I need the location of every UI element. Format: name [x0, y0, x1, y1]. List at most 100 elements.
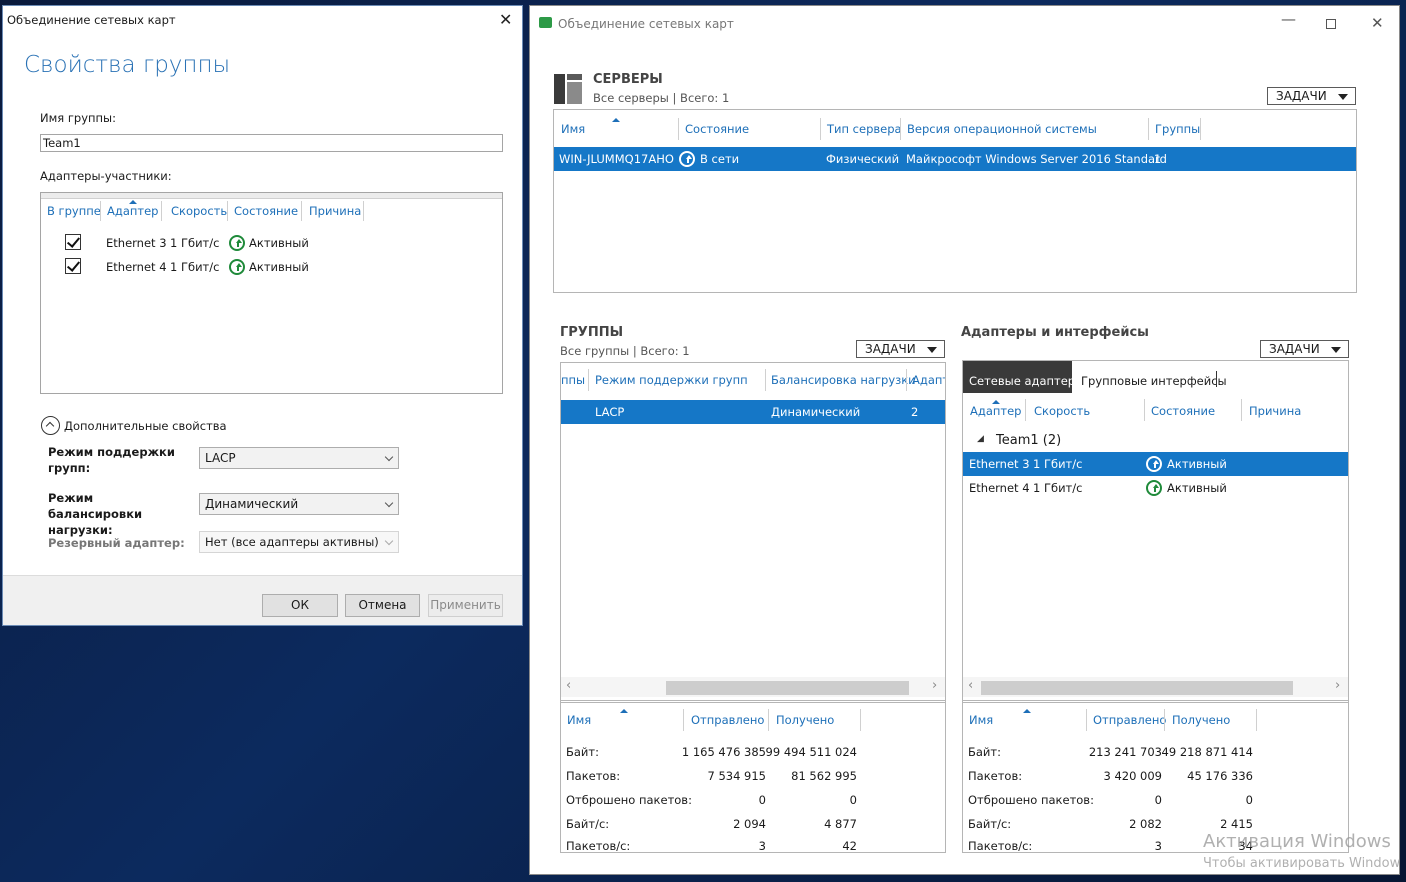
maximize-icon[interactable] [1326, 19, 1336, 29]
col-adapters-truncated[interactable]: Адапт [912, 373, 945, 387]
stat-sent: 3 [1154, 839, 1162, 853]
collapse-group-icon[interactable]: ◢ [977, 434, 984, 444]
tab-team-interfaces[interactable]: Групповые интерфейсы [1077, 361, 1227, 393]
horizontal-scrollbar[interactable]: ‹ › [963, 677, 1348, 697]
col-divider [678, 118, 679, 140]
col-divider [768, 709, 769, 731]
col-os-version[interactable]: Версия операционной системы [907, 122, 1097, 136]
chevron-down-icon [927, 347, 937, 353]
lb-mode-select[interactable]: Динамический [199, 493, 399, 515]
groups-title: ГРУППЫ [560, 325, 624, 340]
tab-network-adapters[interactable]: Сетевые адаптеры [963, 361, 1084, 393]
col-load-balancing[interactable]: Балансировка нагрузки [771, 373, 916, 387]
col-state[interactable]: Состояние [1151, 404, 1215, 418]
member-state: Активный [249, 260, 309, 274]
table-row[interactable]: Ethernet 4 1 Гбит/с Активный [963, 476, 1348, 500]
col-received[interactable]: Получено [776, 713, 834, 727]
scroll-left-icon[interactable]: ‹ [968, 678, 973, 693]
stat-label: Байт: [968, 745, 1001, 759]
stat-label: Отброшено пакетов: [566, 793, 692, 807]
list-item: Пакетов: 3 420 009 45 176 336 [963, 767, 1348, 791]
minimize-icon[interactable]: — [1281, 10, 1296, 28]
list-item[interactable]: Ethernet 4 1 Гбит/с Активный [41, 256, 502, 280]
stat-received: 42 [842, 839, 857, 853]
col-sent[interactable]: Отправлено [691, 713, 764, 727]
stat-sent: 0 [758, 793, 766, 807]
member-checkbox[interactable] [65, 234, 81, 250]
adapters-panel: Сетевые адаптеры Групповые интерфейсы Ад… [962, 360, 1349, 703]
page-title: Свойства группы [24, 52, 231, 78]
close-icon[interactable]: ✕ [499, 10, 512, 29]
member-speed: 1 Гбит/с [170, 260, 220, 274]
table-row[interactable]: WIN-JLUMMQ17AHO В сети Физический Майкро… [554, 147, 1356, 171]
member-checkbox[interactable] [65, 258, 81, 274]
members-list[interactable]: В группе Адаптер Скорость Состояние Прич… [40, 192, 503, 394]
list-item: Байт: 1 165 476 385 99 494 511 024 [561, 743, 945, 767]
horizontal-scrollbar[interactable]: ‹ › [561, 677, 945, 697]
servers-title: СЕРВЕРЫ [593, 72, 663, 87]
col-name[interactable]: Имя [567, 713, 591, 727]
col-adapter[interactable]: Адаптер [970, 404, 1021, 418]
list-item: Отброшено пакетов: 0 0 [561, 791, 945, 815]
lb-mode-value: Динамический [205, 497, 299, 511]
dialog-title: Объединение сетевых карт [7, 13, 176, 27]
scroll-right-icon[interactable]: › [1335, 678, 1340, 693]
col-reason[interactable]: Причина [309, 204, 361, 218]
member-speed: 1 Гбит/с [170, 236, 220, 250]
col-speed[interactable]: Скорость [171, 204, 227, 218]
col-state[interactable]: Состояние [234, 204, 298, 218]
table-row[interactable]: LACP Динамический 2 [561, 400, 945, 424]
collapse-advanced-icon[interactable] [41, 416, 60, 435]
col-name[interactable]: Имя [969, 713, 993, 727]
adapters-tasks-button[interactable]: ЗАДАЧИ [1260, 340, 1349, 358]
col-name[interactable]: Имя [561, 122, 585, 136]
tab-divider [1216, 371, 1217, 387]
col-sent[interactable]: Отправлено [1093, 713, 1166, 727]
groups-table: ппы Режим поддержки групп Балансировка н… [560, 362, 946, 703]
col-divider [1256, 709, 1257, 731]
col-groups[interactable]: Группы [1155, 122, 1200, 136]
tasks-label: ЗАДАЧИ [865, 342, 916, 356]
stat-label: Пакетов/с: [968, 839, 1033, 853]
scrollbar-thumb[interactable] [981, 681, 1293, 695]
servers-table: Имя Состояние Тип сервера Версия операци… [553, 109, 1357, 293]
col-state[interactable]: Состояние [685, 122, 749, 136]
list-item[interactable]: Ethernet 3 1 Гбит/с Активный [41, 232, 502, 256]
team-group-label[interactable]: Team1 (2) [996, 433, 1061, 448]
groups-tasks-button[interactable]: ЗАДАЧИ [856, 340, 945, 358]
member-adapter: Ethernet 4 [106, 260, 167, 274]
advanced-properties-toggle[interactable]: Дополнительные свойства [64, 419, 227, 433]
ok-button[interactable]: ОК [262, 594, 338, 617]
col-server-type[interactable]: Тип сервера [827, 122, 902, 136]
list-item: Пакетов: 7 534 915 81 562 995 [561, 767, 945, 791]
group-name-input[interactable]: Team1 [40, 134, 503, 152]
col-reason[interactable]: Причина [1249, 404, 1301, 418]
col-received[interactable]: Получено [1172, 713, 1230, 727]
close-icon[interactable]: ✕ [1371, 14, 1384, 32]
col-groups-truncated[interactable]: ппы [561, 373, 585, 387]
table-row[interactable]: Ethernet 3 1 Гбит/с Активный [963, 452, 1348, 476]
standby-adapter-value: Нет (все адаптеры активны) [205, 535, 379, 549]
standby-adapter-label: Резервный адаптер: [48, 536, 185, 550]
tasks-label: ЗАДАЧИ [1276, 89, 1327, 103]
stat-label: Байт: [566, 745, 599, 759]
col-speed[interactable]: Скорость [1034, 404, 1090, 418]
standby-adapter-select: Нет (все адаптеры активны) [199, 531, 399, 553]
sort-up-icon [129, 200, 137, 204]
adapter-speed: 1 Гбит/с [1033, 481, 1083, 495]
scroll-left-icon[interactable]: ‹ [566, 678, 571, 693]
teaming-mode-select[interactable]: LACP [199, 447, 399, 469]
group-mode: LACP [595, 405, 625, 419]
col-adapter[interactable]: Адаптер [107, 204, 158, 218]
server-name: WIN-JLUMMQ17AHO [559, 152, 674, 166]
cancel-button[interactable]: Отмена [345, 594, 420, 617]
adapter-name: Ethernet 4 [969, 481, 1030, 495]
scrollbar-thumb[interactable] [666, 681, 909, 695]
col-divider [1148, 118, 1149, 140]
col-divider [161, 201, 162, 221]
col-in-group[interactable]: В группе [47, 204, 101, 218]
group-stats-panel: Имя Отправлено Получено Байт: 1 165 476 … [560, 700, 946, 853]
servers-tasks-button[interactable]: ЗАДАЧИ [1267, 87, 1356, 105]
col-teaming-mode[interactable]: Режим поддержки групп [595, 373, 748, 387]
scroll-right-icon[interactable]: › [932, 678, 937, 693]
